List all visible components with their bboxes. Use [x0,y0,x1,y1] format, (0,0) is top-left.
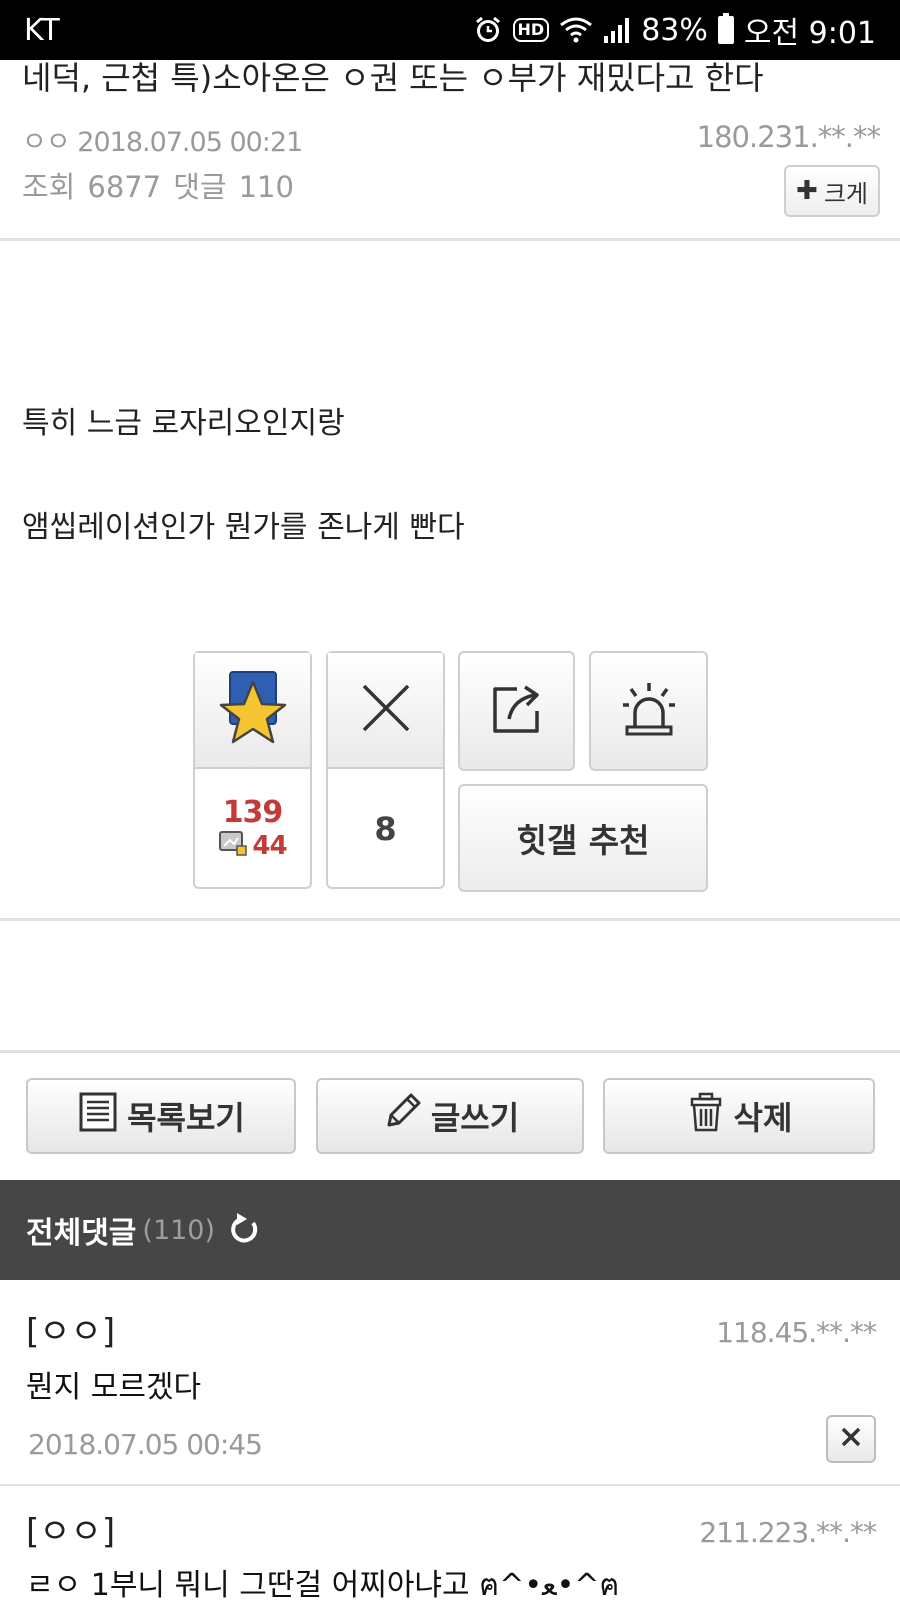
signal-icon [603,16,631,44]
close-icon [840,1426,862,1452]
comment-date: 2018.07.05 00:45 [28,1428,263,1461]
post-stats: 조회 6877 댓글 110 [22,164,294,206]
status-bar: KT HD 83% 오전 9:01 [0,0,900,60]
enlarge-label: 크게 [823,179,868,208]
delete-label: 삭제 [733,1099,793,1137]
divider [0,1484,900,1486]
post-author[interactable]: ㅇㅇ [22,127,71,158]
mobile-icon [218,830,248,863]
comment-ip: 211.223.**.** [699,1516,877,1549]
divider [0,918,900,921]
hd-voice-icon: HD [512,18,550,42]
recommend-icon-area[interactable] [195,653,310,769]
comments-label: 댓글 [173,170,227,204]
trash-icon [686,1091,726,1141]
comment-text: 뭔지 모르겠다 [26,1370,202,1405]
report-siren-icon [617,677,681,745]
hit-gallery-recommend-button[interactable]: 힛갤 추천 [458,784,708,892]
post-title: 네덕, 근첩 특)소아온은 ㅇ권 또는 ㅇ부가 재밌다고 한다 [22,59,764,97]
write-button[interactable]: 글쓰기 [316,1078,584,1154]
enlarge-text-button[interactable]: ✚ 크게 [784,165,880,217]
post-date: 2018.07.05 00:21 [77,127,303,158]
not-recommend-button[interactable]: 8 [326,651,445,889]
refresh-icon[interactable] [227,1213,261,1247]
comment-section-title: 전체댓글 [26,1216,137,1251]
carrier-label: KT [24,12,60,48]
comment-section-header: 전체댓글 (110) [0,1180,900,1280]
list-view-button[interactable]: 목록보기 [26,1078,296,1154]
wifi-icon [559,16,593,44]
recommend-counts: 139 44 [195,771,310,887]
not-recommend-counts: 8 [328,771,443,887]
mobile-recommend-count: 44 [252,831,287,861]
post-ip: 180.231.**.** [696,120,881,154]
comment-text: ㄹㅇ 1부니 뭐니 그딴걸 어찌아냐고 ฅ^•ﻌ•^ฅ [26,1568,620,1600]
clock: 오전 9:01 [743,16,876,51]
post-author-date: ㅇㅇ 2018.07.05 00:21 [22,120,303,159]
comment-section-count: (110) [142,1214,216,1246]
comment-ip: 118.45.**.** [716,1316,877,1349]
share-button[interactable] [458,651,575,771]
status-icons: HD 83% 오전 9:01 [473,8,876,52]
x-not-recommend-icon [358,680,414,740]
comment-delete-button[interactable] [826,1415,876,1463]
list-view-label: 목록보기 [127,1099,245,1137]
not-recommend-icon-area[interactable] [328,653,443,769]
battery-percent: 83% [641,12,708,48]
report-button[interactable] [589,651,708,771]
comments-count: 110 [238,170,294,204]
post-body-line: 앰씹레이션인가 뭔가를 존나게 빤다 [22,510,465,545]
delete-button[interactable]: 삭제 [603,1078,875,1154]
views-count: 6877 [87,170,162,204]
post-body-line: 특히 느금 로자리오인지랑 [22,406,345,441]
views-label: 조회 [22,170,76,204]
not-recommend-count: 8 [374,810,397,848]
battery-icon [717,13,734,44]
plus-icon: ✚ [796,176,818,206]
pencil-icon [381,1091,423,1141]
comment-author[interactable]: [ㅇㅇ] [26,1504,115,1553]
write-label: 글쓰기 [430,1099,520,1137]
divider [0,1050,900,1053]
recommend-count: 139 [222,794,284,830]
divider [0,238,900,241]
alarm-icon [473,15,503,45]
mobile-recommend: 44 [218,830,288,863]
recommend-button[interactable]: 139 44 [193,651,312,889]
star-recommend-icon [218,668,288,752]
list-icon [77,1091,119,1141]
share-icon [487,679,547,743]
comment-author[interactable]: [ㅇㅇ] [26,1304,115,1353]
